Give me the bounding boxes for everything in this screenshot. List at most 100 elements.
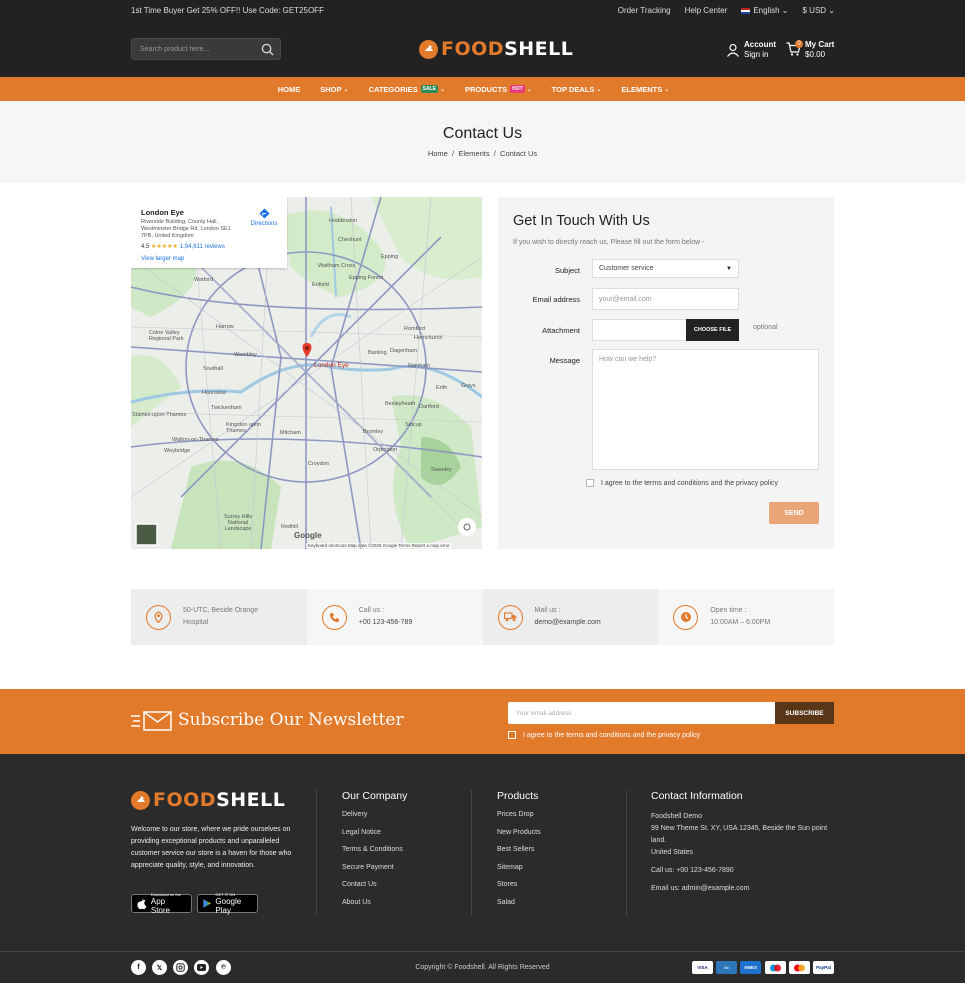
breadcrumb-home[interactable]: Home [428,149,448,158]
chevron-down-icon: ⌄ [828,6,835,15]
footer-link-new-products[interactable]: New Products [497,829,541,847]
nav-shop[interactable]: SHOP ⌄ [320,85,348,94]
language-value: English [753,6,780,15]
visa-icon: VISA [692,961,713,974]
form-subtitle: If you wish to directly reach us, Please… [513,239,705,246]
footer-link-contact[interactable]: Contact Us [342,881,407,899]
search-icon[interactable] [261,43,274,56]
footer-link-salad[interactable]: Salad [497,899,541,917]
user-icon [727,43,739,57]
map-footer[interactable]: Keyboard shortcuts Map data ©2025 Google… [306,543,452,548]
map-label: Wembley [234,352,257,358]
nav-elements[interactable]: ELEMENTS ⌄ [621,85,669,94]
place-name: London Eye [141,208,184,217]
footer-contact-title: Contact Information [651,790,743,802]
page-heading: Contact Us Home / Elements / Contact Us [0,101,965,183]
subscribe-button[interactable]: SUBSCRIBE [775,702,834,724]
breadcrumb-elements[interactable]: Elements [458,149,489,158]
sale-badge: SALE [420,85,438,93]
caret-down-icon: ▼ [726,265,732,272]
footer-link-terms[interactable]: Terms & Conditions [342,846,407,864]
info-mail-title: Mail us : [534,607,561,614]
google-map[interactable]: Hoddesdon Cheshunt Waltham Cross Epping … [131,197,482,549]
map-label: Mitcham [280,430,301,436]
footer-company-title: Our Company [342,790,408,802]
terms-checkbox-row[interactable]: I agree to the terms and conditions and … [586,479,778,487]
optional-hint: optional [753,324,778,331]
footer-contact-phone[interactable]: Call us: +00 123-456-7890 [651,865,831,877]
message-label: Message [549,356,580,365]
footer-link-legal[interactable]: Legal Notice [342,829,407,847]
map-label: Swanley [431,467,452,473]
logo-mark-icon [419,39,438,59]
footer-contact-email[interactable]: Email us: admin@example.com [651,883,831,895]
google-play-icon [203,899,211,908]
form-title: Get In Touch With Us [513,213,650,229]
info-phone-title: Call us : [358,607,385,614]
footer-company-column: Our Company Delivery Legal Notice Terms … [342,790,407,917]
footer-link-best-sellers[interactable]: Best Sellers [497,846,541,864]
cart-link[interactable]: 0 My Cart $0.00 [786,40,834,60]
subject-value: Customer service [599,265,654,272]
top-bar: 1st Time Buyer Get 25% OFF!! Use Code: G… [0,0,965,22]
map-label: Bexleyheath [385,401,416,407]
info-address-title: 50-UTC, Beside Orange [183,607,259,614]
map-label: Sidcup [405,422,422,428]
footer-link-prices-drop[interactable]: Prices Drop [497,811,541,829]
choose-file-button[interactable]: CHOOSE FILE [686,319,739,341]
message-placeholder: How can we help? [599,356,657,363]
map-label: Enfield [312,282,329,288]
nav-top-deals[interactable]: TOP DEALS ⌄ [552,85,602,94]
contact-form: Get In Touch With Us If you wish to dire… [498,197,834,549]
maestro-icon [765,961,786,974]
map-label: Colne Valley Regional Park [149,330,184,342]
footer-link-sitemap[interactable]: Sitemap [497,864,541,882]
info-mail-value[interactable]: demo@example.com [535,617,601,629]
nav-home[interactable]: HOME [278,85,301,94]
nav-products[interactable]: PRODUCTS HOT ⌄ [465,85,532,94]
map-label: Kingston upon Thames [226,422,262,434]
place-address: Riverside Building, County Hall, Westmin… [141,219,231,239]
newsletter-section: Subscribe Our Newsletter Your email addr… [0,689,965,754]
cart-count-badge: 0 [795,40,803,48]
currency-value: $ USD [802,6,827,15]
footer-link-stores[interactable]: Stores [497,881,541,899]
subject-label: Subject [554,266,580,275]
footer-link-about[interactable]: About Us [342,899,407,917]
help-center-link[interactable]: Help Center [685,6,728,15]
view-larger-map-link[interactable]: View larger map [141,256,184,262]
directions-button[interactable]: Directions [249,208,279,227]
contact-info-strip: 50-UTC, Beside Orange Hospital Call us : +… [131,589,834,645]
map-label: Waltham Cross [318,263,356,269]
message-textarea[interactable]: How can we help? [592,349,819,470]
search-input[interactable]: Search product here... [131,38,281,60]
map-place-card: London Eye Riverside Building, County Ha… [131,197,287,268]
language-select[interactable]: English ⌄ [741,6,789,15]
promo-text: 1st Time Buyer Get 25% OFF!! Use Code: G… [131,6,324,15]
map-label: Southall [203,366,223,372]
subject-select[interactable]: Customer service ▼ [592,259,739,278]
info-phone-value[interactable]: +00 123-456-789 [359,617,413,629]
newsletter-email-input[interactable]: Your email address [508,702,776,724]
newsletter-terms-checkbox[interactable] [508,731,516,739]
account-link[interactable]: Account Sign in [726,40,776,60]
footer-logo[interactable]: FOODSHELL [131,789,285,811]
reviews-link[interactable]: 1,94,611 reviews [180,244,225,250]
order-tracking-link[interactable]: Order Tracking [618,6,671,15]
nav-categories[interactable]: CATEGORIES SALE ⌄ [369,85,445,94]
email-field[interactable]: your@email.com [592,288,739,310]
terms-checkbox[interactable] [586,479,594,487]
app-store-button[interactable]: Download on the App Store [131,892,192,915]
google-play-button[interactable]: GET IT ON Google Play [197,892,258,915]
footer-link-delivery[interactable]: Delivery [342,811,407,829]
map-label: Croydon [308,461,329,467]
footer-bottom-divider [0,951,965,952]
hot-badge: HOT [510,85,525,93]
footer-link-secure[interactable]: Secure Payment [342,864,407,882]
currency-select[interactable]: $ USD ⌄ [803,6,836,15]
breadcrumb: Home / Elements / Contact Us [0,149,965,158]
place-rating: 4.5 ★★★★★ 1,94,611 reviews [141,244,225,250]
site-logo[interactable]: FOODSHELL [419,36,573,62]
newsletter-terms-row[interactable]: I agree to the terms and conditions and … [508,731,700,739]
send-button[interactable]: SEND [769,502,819,524]
